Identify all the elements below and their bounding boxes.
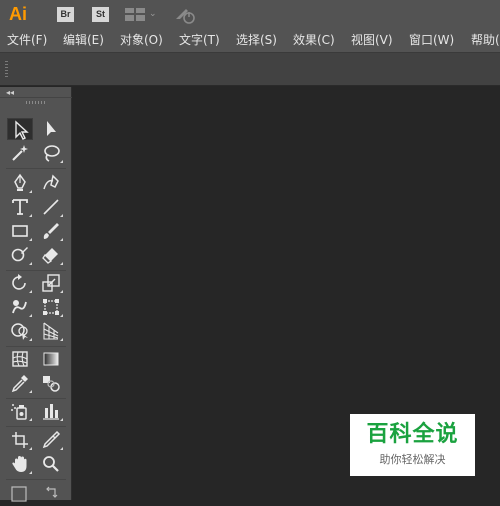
menu-view[interactable]: 视图(V) (351, 28, 393, 52)
swap-fill-stroke-icon[interactable] (38, 484, 64, 506)
gpu-performance-icon[interactable] (174, 5, 198, 25)
tool-group-divider (6, 398, 66, 399)
tool-group-divider (6, 270, 66, 271)
bridge-button[interactable]: Br (57, 7, 74, 22)
menu-help[interactable]: 帮助( (471, 28, 500, 52)
control-bar-grip[interactable] (5, 61, 8, 79)
tool-group-divider (6, 479, 66, 480)
blend-tool-icon[interactable] (38, 372, 64, 394)
menu-edit[interactable]: 编辑(E) (63, 28, 104, 52)
tools-panel-header (0, 97, 72, 98)
pen-tool-icon[interactable] (7, 172, 33, 194)
stock-button[interactable]: St (92, 7, 109, 22)
zoom-tool-icon[interactable] (38, 453, 64, 475)
chevron-down-icon[interactable]: ⌄ (149, 7, 157, 21)
type-tool-icon[interactable] (7, 196, 33, 218)
menu-window[interactable]: 窗口(W) (409, 28, 454, 52)
scale-tool-icon[interactable] (38, 272, 64, 294)
shaper-tool-icon[interactable] (7, 244, 33, 266)
fill-stroke-swatch-icon[interactable] (7, 484, 33, 506)
watermark-subtitle: 助你轻松解决 (379, 453, 446, 466)
menu-file[interactable]: 文件(F) (7, 28, 47, 52)
app-bar: Ai Br St ⌄ (0, 0, 500, 28)
menu-object[interactable]: 对象(O) (120, 28, 163, 52)
rectangle-tool-icon[interactable] (7, 220, 33, 242)
hand-tool-icon[interactable] (7, 453, 33, 475)
tools-panel-grip[interactable] (26, 101, 46, 104)
tools-panel: ◂◂ (0, 87, 72, 502)
paintbrush-tool-icon[interactable] (38, 220, 64, 242)
selection-tool-icon[interactable] (7, 118, 33, 140)
control-bar (0, 52, 500, 86)
illustrator-logo: Ai (9, 4, 27, 24)
watermark-logo: 百科全说 助你轻松解决 (350, 414, 475, 476)
direct-selection-tool-icon[interactable] (38, 118, 64, 140)
menu-select[interactable]: 选择(S) (236, 28, 277, 52)
line-segment-tool-icon[interactable] (38, 196, 64, 218)
slice-tool-icon[interactable] (38, 429, 64, 451)
menu-effect[interactable]: 效果(C) (293, 28, 335, 52)
tool-group-divider (6, 346, 66, 347)
menu-bar: 文件(F) 编辑(E) 对象(O) 文字(T) 选择(S) 效果(C) 视图(V… (0, 28, 500, 52)
column-graph-tool-icon[interactable] (38, 400, 64, 422)
shape-builder-tool-icon[interactable] (7, 320, 33, 342)
free-transform-tool-icon[interactable] (38, 296, 64, 318)
lasso-tool-icon[interactable] (38, 142, 64, 164)
rotate-tool-icon[interactable] (7, 272, 33, 294)
eyedropper-tool-icon[interactable] (7, 372, 33, 394)
gradient-tool-icon[interactable] (38, 348, 64, 370)
tool-group-divider (6, 426, 66, 427)
eraser-tool-icon[interactable] (38, 244, 64, 266)
tool-group-divider (6, 168, 66, 169)
workspace-switcher-icon[interactable] (125, 8, 145, 21)
menu-type[interactable]: 文字(T) (179, 28, 220, 52)
curvature-tool-icon[interactable] (38, 172, 64, 194)
warp-tool-icon[interactable] (7, 296, 33, 318)
artboard-tool-icon[interactable] (7, 429, 33, 451)
watermark-title: 百科全说 (366, 422, 459, 447)
symbol-sprayer-tool-icon[interactable] (7, 400, 33, 422)
magic-wand-tool-icon[interactable] (7, 142, 33, 164)
perspective-grid-tool-icon[interactable] (38, 320, 64, 342)
mesh-tool-icon[interactable] (7, 348, 33, 370)
